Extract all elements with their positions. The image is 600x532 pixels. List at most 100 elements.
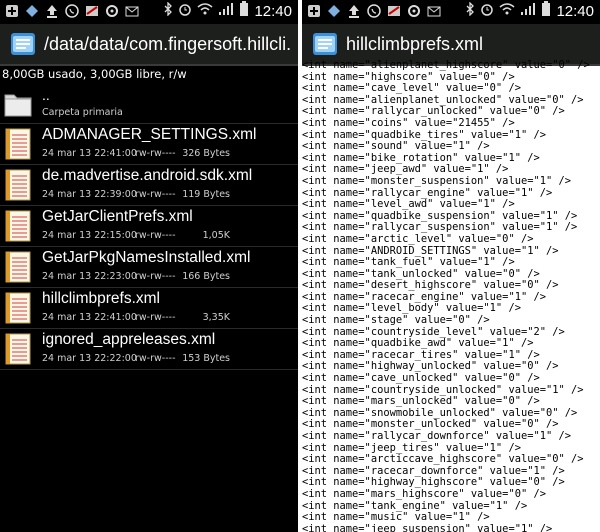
xml-line: <int name="mars_highscore" value="0" /> [302, 488, 546, 500]
xml-line: <int name="music" value="1" /> [302, 512, 490, 524]
file-row[interactable]: ignored_appreleases.xml 24 mar 13 22:22:0… [0, 329, 298, 370]
xml-line: <int name="rallycar_downforce" value="1"… [302, 431, 571, 442]
file-name: GetJarClientPrefs.xml [42, 208, 193, 225]
whatsapp-icon [366, 3, 382, 19]
current-path-title: /data/data/com.fingersoft.hillcli. [44, 33, 292, 54]
status-right: 12:40 [465, 1, 594, 21]
file-name: de.madvertise.android.sdk.xml [42, 167, 253, 184]
app-notification-icon [24, 3, 40, 19]
xml-lines: <int name="alienplanet_highscore" value=… [302, 60, 600, 532]
whatsapp-icon [64, 3, 80, 19]
xml-line: <int name="level_body" value="1" /> [302, 303, 521, 315]
file-size: 153 Bytes [182, 353, 230, 364]
xml-line: <int name="alienplanet_unlocked" value="… [302, 94, 584, 106]
notification-icons [4, 3, 140, 19]
file-permissions: rw-rw---- [135, 353, 176, 364]
xml-line: <int name="highscore" value="0" /> [302, 71, 515, 83]
xml-line: <int name="countryside_unlocked" value="… [302, 384, 584, 396]
alarm-icon [178, 2, 192, 20]
xml-line: <int name="snowmobile_unlocked" value="0… [302, 407, 578, 419]
battery-icon [239, 1, 249, 21]
settings-icon [104, 3, 120, 19]
file-row[interactable]: hillclimbprefs.xml 24 mar 13 22:41:00 rw-r… [0, 288, 298, 329]
file-permissions: rw-rw---- [135, 271, 176, 282]
xml-line: <int name="jeep_tires" value="1" /> [302, 442, 521, 454]
file-permissions: rw-rw---- [135, 230, 176, 241]
xml-line: <int name="rallycar_suspension" value="1… [302, 222, 578, 234]
file-date: 24 mar 13 22:15:00 [42, 230, 137, 241]
file-permissions: rw-rw---- [135, 189, 176, 200]
notification-icons [306, 3, 442, 19]
status-time: 12:40 [556, 2, 594, 20]
xml-line: <int name="highway_highscore" value="0" … [302, 477, 565, 489]
alarm-icon [480, 2, 494, 20]
xml-line: <int name="rallycar_unlocked" value="0" … [302, 106, 565, 118]
xml-line: <int name="jeep_awd" value="1" /> [302, 164, 509, 176]
bluetooth-icon [163, 1, 173, 20]
battery-icon [541, 1, 551, 21]
file-name: hillclimbprefs.xml [42, 290, 160, 307]
xml-line: <int name="quadbike_tires" value="1" /> [302, 129, 546, 141]
upload-icon [44, 3, 60, 19]
xml-line: <int name="quadbike_suspension" value="1… [302, 210, 578, 222]
file-date: 24 mar 13 22:41:00 [42, 312, 137, 323]
xml-line: <int name="monster_suspension" value="1"… [302, 175, 571, 187]
file-date: 24 mar 13 22:22:00 [42, 353, 137, 364]
parent-folder-row[interactable]: .. Carpeta primaria [0, 83, 298, 124]
app-notification-icon [386, 3, 402, 19]
xml-file-icon [5, 128, 31, 160]
file-row[interactable]: ADMANAGER_SETTINGS.xml 24 mar 13 22:41:00… [0, 124, 298, 165]
xml-content[interactable]: <int name="alienplanet_highscore" value=… [302, 60, 600, 532]
file-row[interactable]: GetJarPkgNamesInstalled.xml 24 mar 13 22:… [0, 247, 298, 288]
file-size: 166 Bytes [182, 271, 230, 282]
add-icon [4, 3, 20, 19]
status-bar: 12:40 [0, 0, 298, 24]
file-list: ADMANAGER_SETTINGS.xml 24 mar 13 22:41:00… [0, 124, 298, 370]
file-title: hillclimbprefs.xml [346, 33, 484, 54]
xml-line: <int name="racecar_tires" value="1" /> [302, 349, 540, 361]
file-name: ADMANAGER_SETTINGS.xml [42, 126, 257, 143]
xml-line: <int name="coins" value="21455" /> [302, 117, 515, 129]
file-size: 119 Bytes [182, 189, 230, 200]
xml-line: <int name="ANDROID_SETTINGS" value="1" /… [302, 245, 559, 257]
xml-line: <int name="countryside_level" value="2" … [302, 326, 565, 338]
xml-line: <int name="tank_unlocked" value="0" /> [302, 268, 540, 280]
signal-icon [520, 2, 536, 20]
app-notification-icon [326, 3, 342, 19]
file-row[interactable]: GetJarClientPrefs.xml 24 mar 13 22:15:00 r… [0, 206, 298, 247]
xml-file-icon [5, 292, 31, 324]
xml-line: <int name="tank_fuel" value="1" /> [302, 257, 515, 269]
file-permissions: rw-rw---- [135, 312, 176, 323]
file-permissions: rw-rw---- [135, 148, 176, 159]
storage-info: 8,00GB usado, 3,00GB libre, r/w [2, 67, 187, 81]
xml-line: <int name="quadbike_awd" value="1" /> [302, 338, 534, 350]
xml-line: <int name="racecar_downforce" value="1" … [302, 465, 565, 477]
upload-icon [346, 3, 362, 19]
settings-icon [406, 3, 422, 19]
email-icon [124, 3, 140, 19]
xml-line: <int name="sound" value="1" /> [302, 141, 490, 153]
xml-line: <int name="highway_unlocked" value="0" /… [302, 361, 559, 373]
xml-line: <int name="mars_unlocked" value="0" /> [302, 396, 540, 408]
file-explorer-app-icon[interactable] [9, 30, 37, 58]
add-icon [306, 3, 322, 19]
folder-icon [4, 94, 32, 117]
parent-folder-name: .. [42, 87, 50, 103]
signal-icon [218, 2, 234, 20]
xml-line: <int name="arctic_level" value="0" /> [302, 233, 534, 245]
xml-viewer-screen: 12:40 hillclimbprefs.xml <int name="alie… [302, 0, 600, 532]
xml-file-icon [5, 169, 31, 201]
file-name: ignored_appreleases.xml [42, 331, 216, 348]
file-size: 326 Bytes [182, 148, 230, 159]
xml-line: <int name="cave_level" value="0" /> [302, 83, 521, 95]
xml-line: <int name="rallycar_engine" value="1" /> [302, 187, 553, 199]
xml-line: <int name="level_awd" value="1" /> [302, 199, 515, 211]
xml-file-icon [5, 333, 31, 365]
xml-line: <int name="alienplanet_highscore" value=… [302, 60, 590, 71]
file-explorer-app-icon[interactable] [311, 30, 339, 58]
xml-line: <int name="arcticcave_highscore" value="… [302, 454, 584, 466]
app-notification-icon [84, 3, 100, 19]
xml-line: <int name="tank_engine" value="1" /> [302, 500, 528, 512]
xml-line: <int name="jeep_suspension" value="1" /> [302, 523, 553, 532]
file-row[interactable]: de.madvertise.android.sdk.xml 24 mar 13 2… [0, 165, 298, 206]
